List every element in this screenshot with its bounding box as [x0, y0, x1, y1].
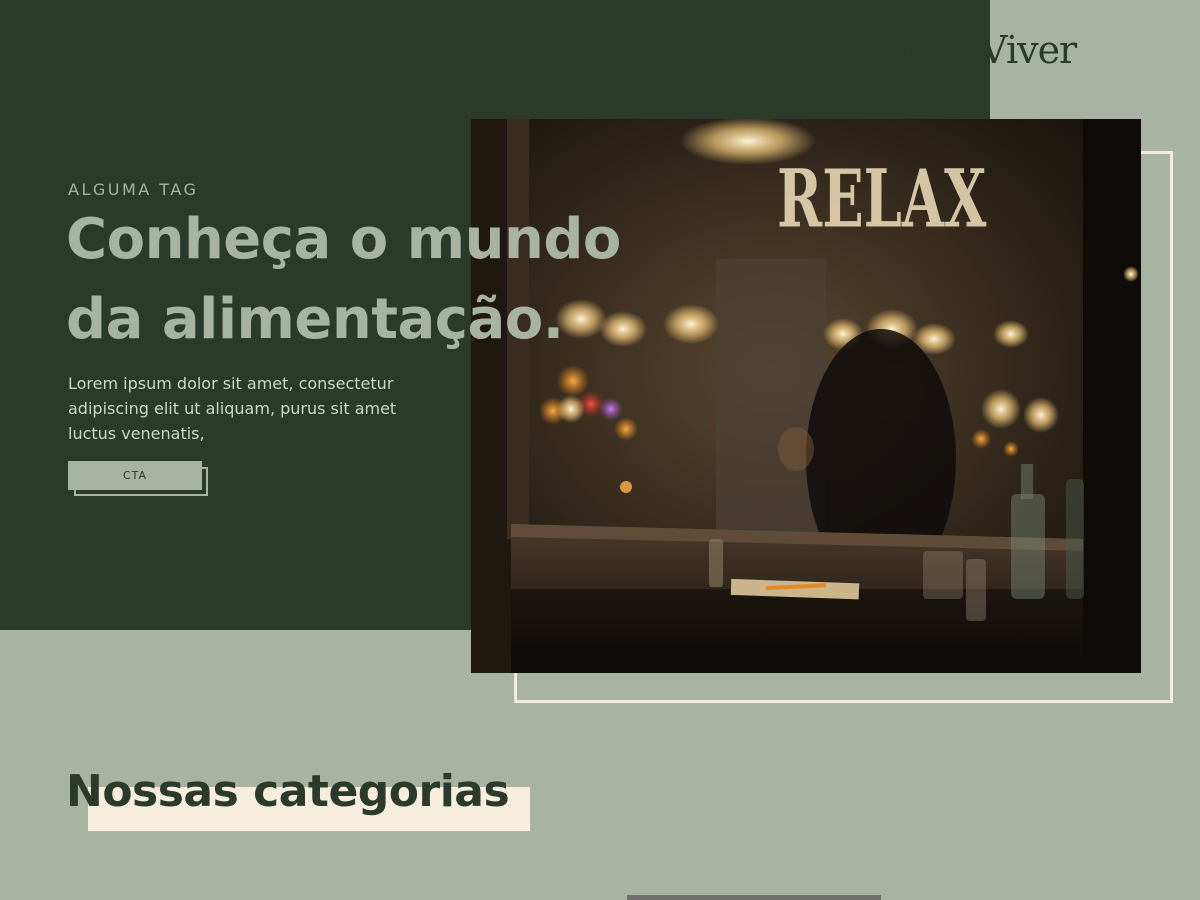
- hero-description: Lorem ipsum dolor sit amet, consectetur …: [68, 374, 397, 443]
- hero-photo: RELAX: [471, 119, 1141, 673]
- cta-button[interactable]: CTA: [68, 461, 202, 490]
- scroll-indicator-bar: [627, 895, 881, 900]
- hero-headline-line-2: da alimentação.: [66, 287, 564, 352]
- logo-text-right: Viver: [980, 28, 1077, 72]
- categories-title: Nossas categorias: [66, 766, 510, 817]
- hero-headline: Conheça o mundo da alimentação.: [66, 212, 706, 372]
- hero-tag: ALGUMA TAG: [68, 180, 199, 199]
- cta-container: CTA: [68, 461, 208, 496]
- logo-text-left: Nutrir: [852, 28, 968, 72]
- brand-logo[interactable]: Nutrir&Viver: [852, 28, 1077, 72]
- svg-text:RELAX: RELAX: [777, 153, 986, 247]
- logo-ampersand: &: [968, 54, 980, 68]
- hero-headline-line-1: Conheça o mundo: [66, 207, 621, 272]
